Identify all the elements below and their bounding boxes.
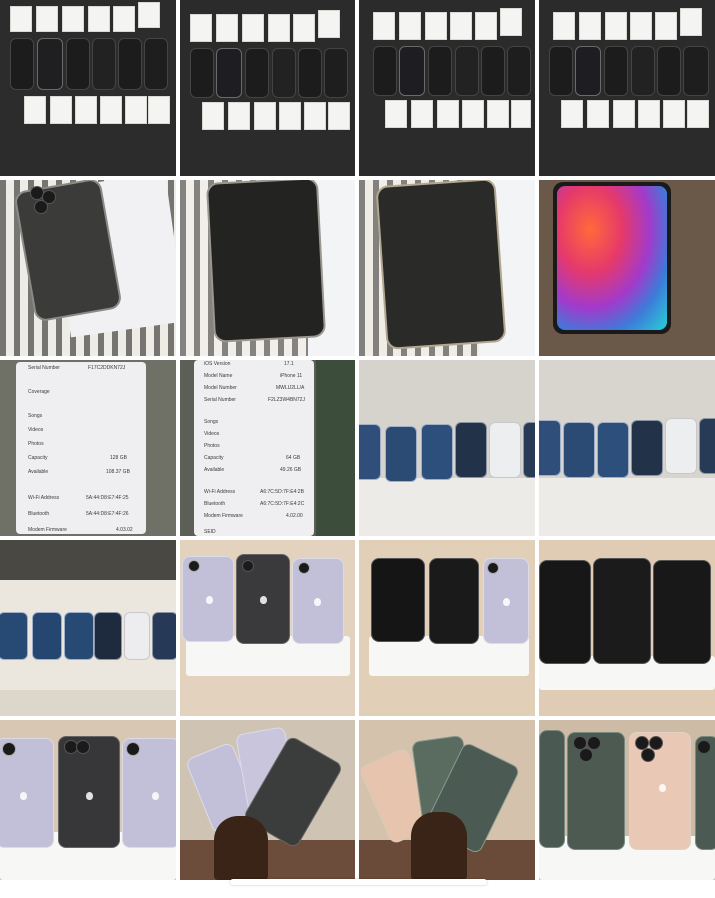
settings2-row-modem: Modem Firmware xyxy=(204,513,243,519)
settings-value-wifi: 5A:44:D8:E7:4F:25 xyxy=(86,495,129,501)
settings2-value-model-number: MWLU2LL/A xyxy=(276,385,305,391)
photo-tile-r5c1[interactable] xyxy=(0,720,176,880)
settings2-value-wifi: A6:7C:5D:7F:E4:2B xyxy=(260,489,304,495)
settings2-value-capacity: 64 GB xyxy=(286,455,301,461)
settings-row-coverage: Coverage xyxy=(28,389,50,395)
photo-tile-r1c1[interactable] xyxy=(0,0,176,176)
photo-tile-r3c4[interactable] xyxy=(539,360,715,536)
settings-value-bluetooth: 5A:44:D8:E7:4F:26 xyxy=(86,511,129,517)
settings2-row-serial: Serial Number xyxy=(204,397,236,403)
settings2-value-model-name: iPhone 11 xyxy=(280,373,303,379)
settings-row-capacity: Capacity xyxy=(28,455,48,461)
photo-tile-r5c3[interactable] xyxy=(359,720,535,880)
photo-tile-r1c3[interactable] xyxy=(359,0,535,176)
settings-row-videos: Videos xyxy=(28,427,44,433)
photo-tile-r4c3[interactable] xyxy=(359,540,535,716)
settings2-row-capacity: Capacity xyxy=(204,455,224,461)
settings2-row-videos: Videos xyxy=(204,431,220,437)
photo-tile-r4c2[interactable] xyxy=(180,540,355,716)
settings2-value-available: 49.26 GB xyxy=(280,467,302,473)
settings-value-modem: 4.03.02 xyxy=(116,527,133,533)
photo-tile-r5c2[interactable] xyxy=(180,720,355,880)
settings-value-capacity: 128 GB xyxy=(110,455,127,461)
settings-row-modem: Modem Firmware xyxy=(28,527,67,533)
settings2-value-ios: 17.1 xyxy=(284,361,294,367)
photo-tile-r4c4[interactable] xyxy=(539,540,715,716)
settings2-row-available: Available xyxy=(204,467,225,473)
settings2-value-modem: 4.02.00 xyxy=(286,513,303,519)
settings2-value-serial: F2LZ3W4BN72J xyxy=(268,397,305,403)
settings2-row-ios: iOS Version xyxy=(204,361,231,367)
settings-row-bluetooth: Bluetooth xyxy=(28,511,50,517)
home-indicator-bar[interactable] xyxy=(230,879,487,885)
photo-tile-r3c2[interactable]: iOS Version Model Name Model Number Seri… xyxy=(180,360,355,536)
photo-tile-r5c4[interactable] xyxy=(539,720,715,880)
settings2-row-bluetooth: Bluetooth xyxy=(204,501,226,507)
photo-tile-r2c2[interactable] xyxy=(180,180,355,356)
settings-value-serial: F17C2DDKN72J xyxy=(88,365,126,371)
settings-row-available: Available xyxy=(28,469,49,475)
settings-row-serial: Serial Number xyxy=(28,365,60,371)
photo-tile-r4c1[interactable] xyxy=(0,540,176,716)
settings-row-wifi: Wi-Fi Address xyxy=(28,495,60,501)
photo-tile-r1c4[interactable] xyxy=(539,0,715,176)
settings-value-available: 108.37 GB xyxy=(106,469,130,475)
photo-tile-r2c3[interactable] xyxy=(359,180,535,356)
settings-row-songs: Songs xyxy=(28,413,43,419)
settings2-row-photos: Photos xyxy=(204,443,220,449)
settings-row-photos: Photos xyxy=(28,441,44,447)
photo-tile-r3c1[interactable]: Serial Number Coverage Songs Videos Phot… xyxy=(0,360,176,536)
settings2-row-wifi: Wi-Fi Address xyxy=(204,489,236,495)
settings2-row-model-name: Model Name xyxy=(204,373,233,379)
settings2-value-bluetooth: A6:7C:5D:7F:E4:2C xyxy=(260,501,305,507)
settings2-row-songs: Songs xyxy=(204,419,219,425)
photo-tile-r2c4[interactable] xyxy=(539,180,715,356)
photo-tile-r1c2[interactable] xyxy=(180,0,355,176)
photo-tile-r3c3[interactable] xyxy=(359,360,535,536)
settings2-row-model-number: Model Number xyxy=(204,385,237,391)
photo-grid: Serial Number Coverage Songs Videos Phot… xyxy=(0,0,715,898)
photo-tile-r2c1[interactable] xyxy=(0,180,176,356)
settings2-row-seid: SEID xyxy=(204,529,216,535)
